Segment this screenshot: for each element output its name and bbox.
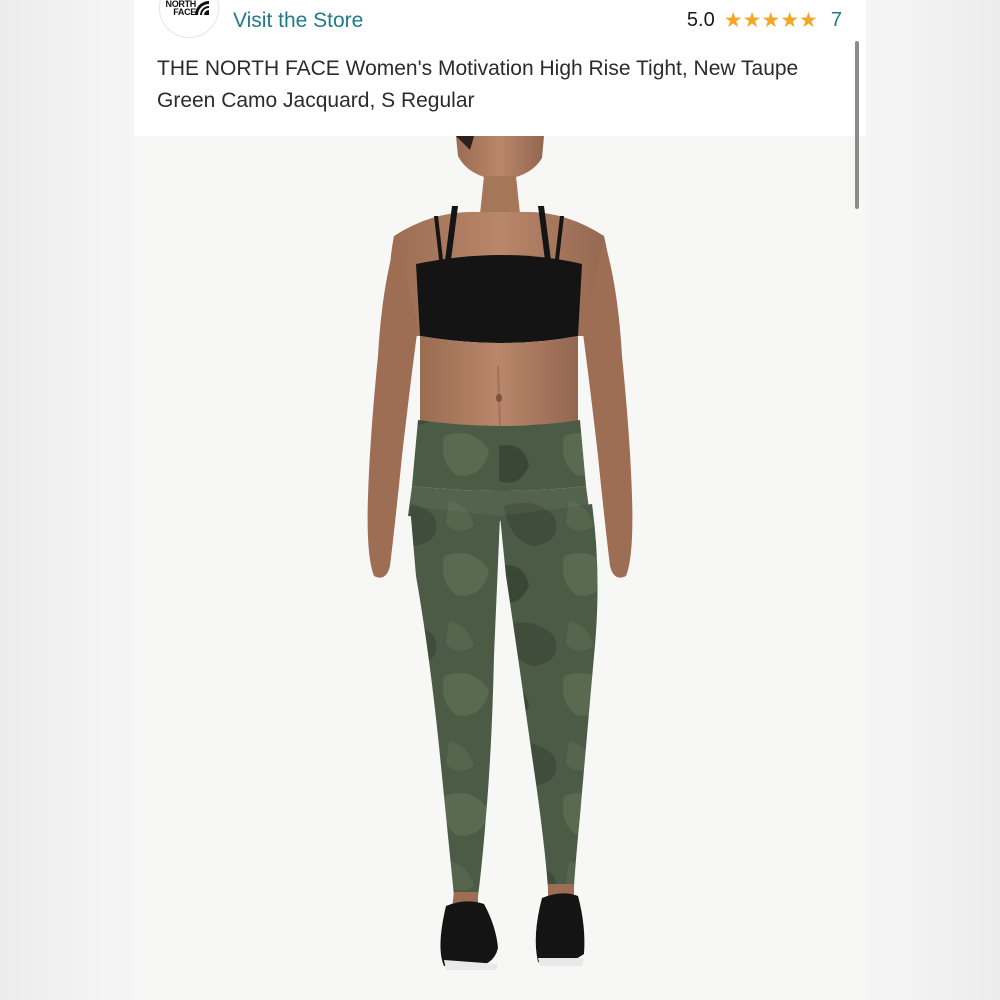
brand-logo-text: NORTH FACE [165,0,197,17]
north-face-dome-icon [195,1,209,15]
product-header: NORTH FACE Visit the Store 5.0 ★ ★ ★ ★ ★… [134,0,866,136]
review-count-link[interactable]: 7 [831,9,842,32]
brand-logo[interactable]: NORTH FACE [159,0,219,38]
star-icon: ★ [780,9,800,32]
page-left-margin [0,0,134,1000]
product-card: NORTH FACE Visit the Store 5.0 ★ ★ ★ ★ ★… [134,0,866,1000]
page-right-margin [866,0,1000,1000]
star-icon: ★ [799,9,818,32]
star-icon: ★ [723,9,743,32]
star-icon: ★ [742,9,762,32]
vertical-scrollbar[interactable] [855,41,859,209]
visit-store-link[interactable]: Visit the Store [233,9,363,33]
product-photo[interactable] [134,136,866,1000]
star-rating: ★ ★ ★ ★ ★ [724,10,818,31]
rating[interactable]: 5.0 ★ ★ ★ ★ ★ 7 [687,9,842,32]
rating-value: 5.0 [686,9,715,31]
star-icon: ★ [761,9,781,32]
product-title: THE NORTH FACE Women's Motivation High R… [157,57,799,112]
